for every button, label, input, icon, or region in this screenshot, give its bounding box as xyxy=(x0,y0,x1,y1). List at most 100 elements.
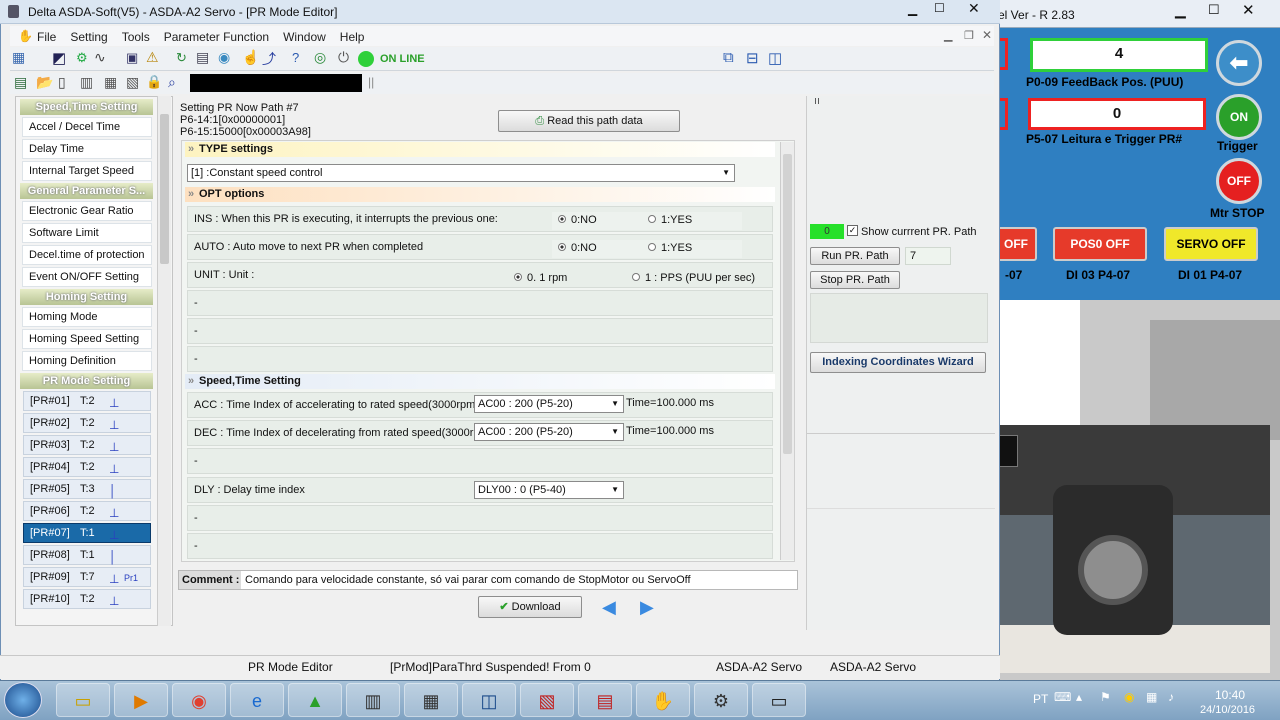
acc-select[interactable]: AC00 : 200 (P5-20) ▼ xyxy=(474,395,624,413)
close-icon[interactable]: ✕ xyxy=(968,0,980,17)
pr-list-item[interactable]: [PR#09] T:7 ⊥ Pr1 xyxy=(23,567,151,587)
menu-file[interactable]: File xyxy=(30,26,63,44)
auto-yes-radio[interactable]: 1:YES xyxy=(648,242,692,254)
pr-path-input[interactable]: 7 xyxy=(905,247,951,265)
keyboard-icon[interactable]: ⌨ xyxy=(1054,690,1071,704)
app-taskbar-icon[interactable]: ▦ xyxy=(404,683,458,717)
type-section-header[interactable]: » TYPE settings xyxy=(185,142,775,157)
start-button[interactable] xyxy=(4,682,42,718)
open-folder-icon[interactable]: 📂 xyxy=(36,74,53,91)
chrome-taskbar-icon[interactable]: ◉ xyxy=(172,683,226,717)
pr-list-item[interactable]: [PR#06] T:2 ⊥ xyxy=(23,501,151,521)
maximize-icon[interactable]: ☐ xyxy=(934,1,945,15)
indexing-wizard-button[interactable]: Indexing Coordinates Wizard xyxy=(810,352,986,373)
monitor-icon[interactable]: ▣ xyxy=(126,50,138,66)
monitor-taskbar-icon[interactable]: ▭ xyxy=(752,683,806,717)
servo-off-button[interactable]: SERVO OFF xyxy=(1164,227,1258,261)
clock-date[interactable]: 24/10/2016 xyxy=(1200,704,1255,716)
nav-section-header[interactable]: General Parameter S... xyxy=(20,183,153,199)
tool-taskbar-icon[interactable]: ⚙ xyxy=(694,683,748,717)
pr-list-item[interactable]: [PR#10] T:2 ⊥ xyxy=(23,589,151,609)
mdi-close-icon[interactable]: ✕ xyxy=(982,28,992,42)
pin-icon[interactable]: ıı xyxy=(814,95,820,107)
nav-item[interactable]: Homing Definition xyxy=(22,351,152,371)
nav-section-header[interactable]: Speed,Time Setting xyxy=(20,99,153,115)
drive-taskbar-icon[interactable]: ▲ xyxy=(288,683,342,717)
media-player-taskbar-icon[interactable]: ▶ xyxy=(114,683,168,717)
tile-horizontal-icon[interactable]: ⊟ xyxy=(746,49,759,67)
nav-item[interactable]: Internal Target Speed xyxy=(22,161,152,181)
pr-mode-header[interactable]: PR Mode Setting xyxy=(20,373,171,389)
toolbox-taskbar-icon[interactable]: ▤ xyxy=(578,683,632,717)
new-icon[interactable]: ▤ xyxy=(14,74,27,91)
volume-icon[interactable]: ♪ xyxy=(1168,690,1174,704)
download-button[interactable]: ✔ Download xyxy=(478,596,582,618)
tray-arrow-icon[interactable]: ▴ xyxy=(1076,690,1082,704)
nav-item[interactable]: Electronic Gear Ratio xyxy=(22,201,152,221)
close-icon[interactable]: ✕ xyxy=(1242,1,1255,19)
on-button[interactable]: ON xyxy=(1216,94,1262,140)
wave-icon[interactable]: ∿ xyxy=(94,49,106,66)
menu-parameter-function[interactable]: Parameter Function xyxy=(157,26,276,44)
scope-icon[interactable]: ◩ xyxy=(52,49,66,67)
ie-taskbar-icon[interactable]: e xyxy=(230,683,284,717)
cascade-icon[interactable]: ⧉ xyxy=(723,49,734,66)
editor-scrollbar[interactable] xyxy=(780,142,794,560)
lock-icon[interactable]: 🔒 xyxy=(146,74,162,90)
type-select[interactable]: [1] :Constant speed control ▼ xyxy=(187,164,735,182)
stop-pr-path-button[interactable]: Stop PR. Path xyxy=(810,271,900,289)
connect-icon[interactable]: ⏻ xyxy=(338,49,349,66)
run-pr-path-button[interactable]: Run PR. Path xyxy=(810,247,900,265)
jog-icon[interactable]: ⤴ xyxy=(262,49,276,69)
pr-list-item[interactable]: [PR#04] T:2 ⊥ xyxy=(23,457,151,477)
export-icon[interactable]: ▦ xyxy=(104,74,117,91)
show-current-checkbox[interactable]: ✓ xyxy=(847,225,858,236)
explorer-taskbar-icon[interactable]: ▭ xyxy=(56,683,110,717)
nav-item[interactable]: Delay Time xyxy=(22,139,152,159)
grid-icon[interactable]: ▦ xyxy=(12,49,25,66)
hmi-taskbar-icon[interactable]: ◫ xyxy=(462,683,516,717)
mdi-minimize-icon[interactable]: ▁ xyxy=(944,29,952,42)
minimize-icon[interactable]: ▁ xyxy=(908,2,917,16)
comment-text[interactable]: Comando para velocidade constante, só va… xyxy=(245,574,691,586)
pr-list-item[interactable]: [PR#02] T:2 ⊥ xyxy=(23,413,151,433)
minimize-icon[interactable]: ▁ xyxy=(1175,2,1186,19)
gear-icon[interactable]: ⚙ xyxy=(76,50,88,66)
chart-icon[interactable]: ▤ xyxy=(196,49,209,66)
nav-item[interactable]: Software Limit xyxy=(22,223,152,243)
nav-item[interactable]: Accel / Decel Time xyxy=(22,117,152,137)
about-icon[interactable]: ◎ xyxy=(314,49,326,66)
ins-yes-radio[interactable]: 1:YES xyxy=(648,214,692,226)
search-icon[interactable]: ⌕ xyxy=(168,74,176,91)
auto-no-radio[interactable]: 0:NO xyxy=(558,242,597,254)
pr-list-item[interactable]: [PR#07] T:1 ⊥ xyxy=(23,523,151,543)
back-arrow-icon[interactable]: ⬅ xyxy=(1216,40,1262,86)
di-partial-button[interactable]: OFF xyxy=(995,227,1037,261)
asda-soft-taskbar-icon[interactable]: ▥ xyxy=(346,683,400,717)
help-icon[interactable]: ? xyxy=(292,50,299,65)
hand-taskbar-icon[interactable]: ✋ xyxy=(636,683,690,717)
next-arrow-icon[interactable]: ▶ xyxy=(640,597,654,618)
off-button[interactable]: OFF xyxy=(1216,158,1262,204)
nav-item[interactable]: Decel.time of protection xyxy=(22,245,152,265)
pr-list-item[interactable]: [PR#03] T:2 ⊥ xyxy=(23,435,151,455)
nav-section-header[interactable]: Homing Setting xyxy=(20,289,153,305)
speed-section-header[interactable]: » Speed,Time Setting xyxy=(185,374,775,389)
previous-arrow-icon[interactable]: ◀ xyxy=(602,597,616,618)
tray-app-icon[interactable]: ◉ xyxy=(1124,690,1134,704)
globe-icon[interactable]: ◉ xyxy=(218,49,230,66)
menu-window[interactable]: Window xyxy=(276,26,333,44)
nav-item[interactable]: Event ON/OFF Setting xyxy=(22,267,152,287)
menu-tools[interactable]: Tools xyxy=(115,26,157,44)
import-icon[interactable]: ▧ xyxy=(126,74,139,91)
menu-setting[interactable]: Setting xyxy=(63,26,114,44)
warning-icon[interactable]: ⚠ xyxy=(146,49,159,66)
pr-list-item[interactable]: [PR#08] T:1 │ xyxy=(23,545,151,565)
tile-vertical-icon[interactable]: ◫ xyxy=(768,49,782,67)
unit-rpm-radio[interactable]: 0. 1 rpm xyxy=(514,272,567,284)
nav-scrollbar[interactable] xyxy=(157,96,171,626)
network-icon[interactable]: ▦ xyxy=(1146,690,1157,704)
dec-select[interactable]: AC00 : 200 (P5-20) ▼ xyxy=(474,423,624,441)
refresh-icon[interactable]: ↻ xyxy=(176,50,187,66)
mdi-restore-icon[interactable]: ❐ xyxy=(964,29,974,42)
